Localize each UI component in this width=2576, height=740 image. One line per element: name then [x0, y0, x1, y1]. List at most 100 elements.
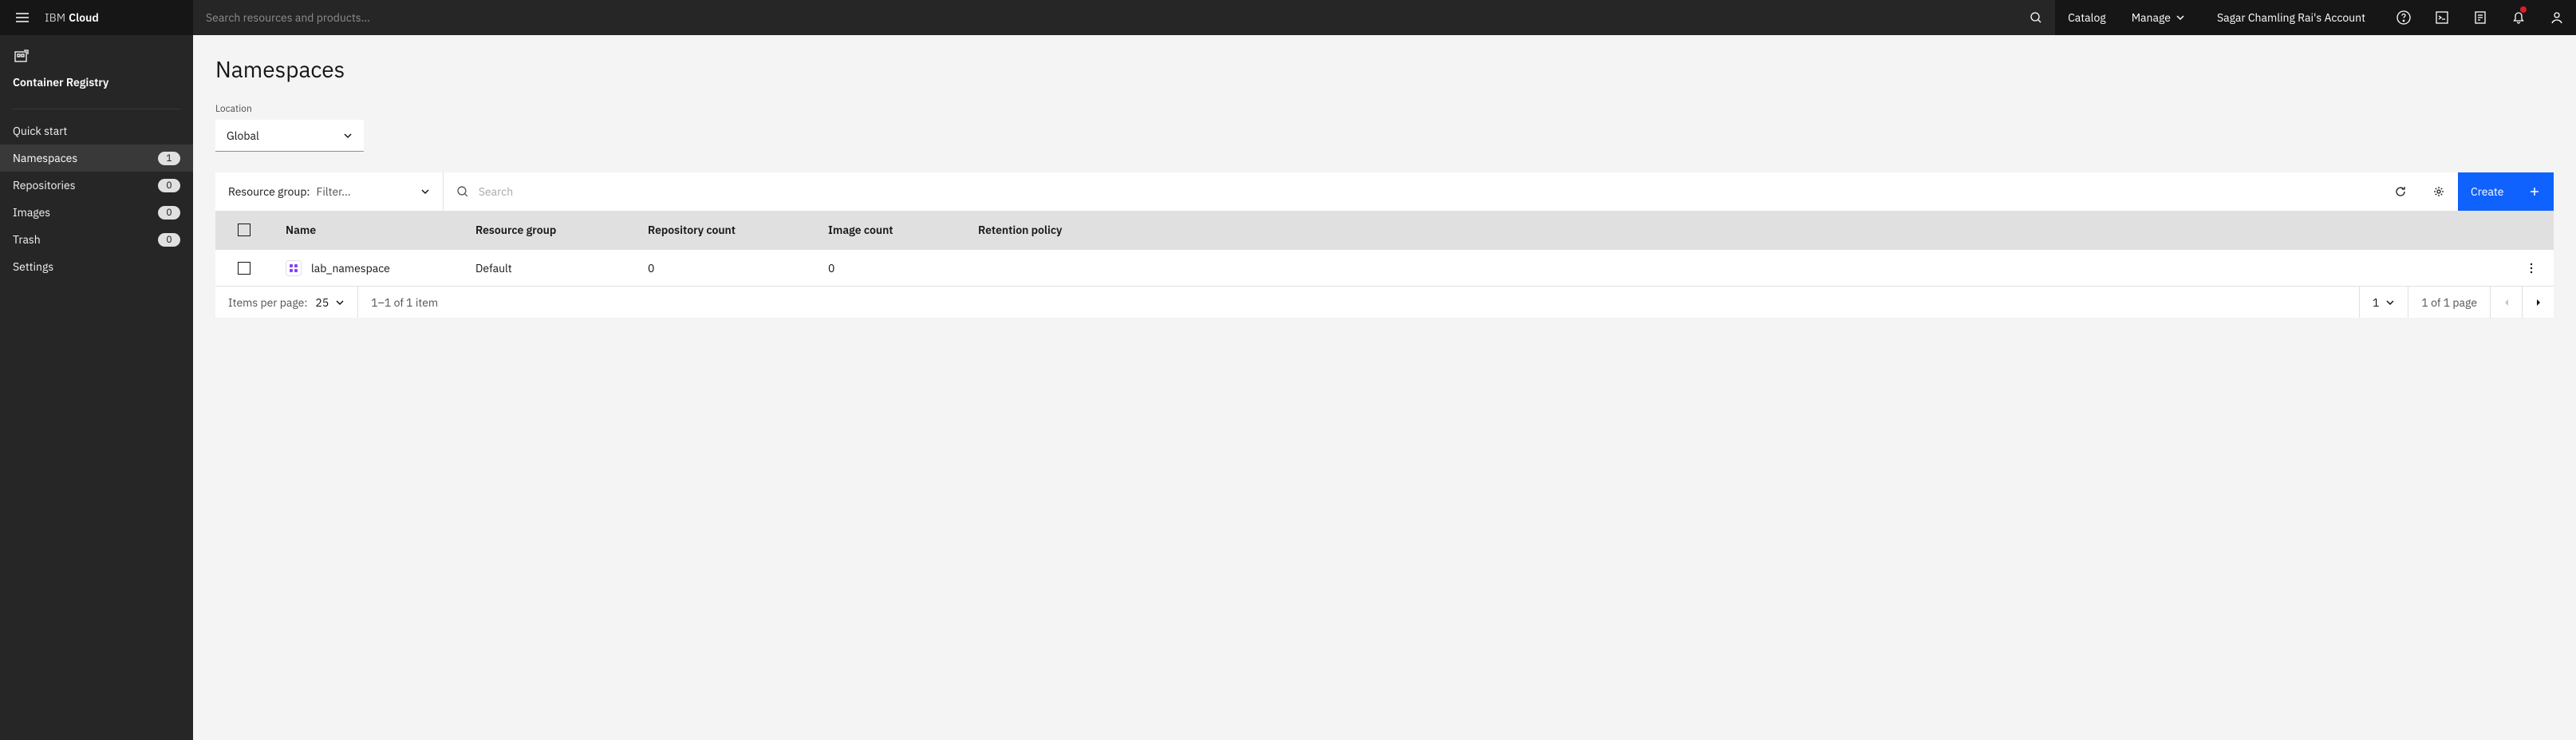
location-select[interactable]: Global: [215, 120, 364, 152]
sidebar-item-label: Trash: [13, 232, 41, 247]
notifications-button[interactable]: [2499, 0, 2538, 35]
manage-dropdown[interactable]: Manage: [2119, 0, 2198, 35]
sidebar: Container Registry Quick start Namespace…: [0, 35, 193, 740]
sidebar-item-namespaces[interactable]: Namespaces 1: [0, 144, 193, 172]
hamburger-menu[interactable]: [0, 0, 45, 35]
page-select[interactable]: 1: [2359, 287, 2408, 318]
chevron-down-icon: [343, 131, 353, 140]
caret-left-icon: [2502, 298, 2511, 307]
sidebar-item-label: Settings: [13, 259, 53, 274]
sidebar-item-repositories[interactable]: Repositories 0: [0, 172, 193, 199]
resource-group-label: Resource group:: [228, 184, 310, 199]
catalog-link[interactable]: Catalog: [2055, 0, 2119, 35]
catalog-label: Catalog: [2068, 10, 2106, 25]
shell-icon: [2434, 10, 2450, 26]
page-of-pages: 1 of 1 page: [2408, 287, 2490, 318]
table-search-input[interactable]: [479, 184, 2369, 199]
items-per-page: Items per page: 25: [215, 287, 358, 318]
caret-right-icon: [2534, 298, 2543, 307]
chevron-down-icon: [2176, 13, 2185, 22]
resource-group-value: Filter...: [317, 184, 420, 199]
sidebar-title: Container Registry: [13, 75, 180, 89]
chevron-down-icon: [335, 298, 345, 307]
overflow-icon: [2525, 262, 2538, 275]
page-current: 1: [2373, 295, 2379, 310]
brand[interactable]: IBM Cloud: [45, 10, 193, 25]
select-all-checkbox[interactable]: [238, 224, 250, 236]
sidebar-item-quickstart[interactable]: Quick start: [0, 117, 193, 144]
row-checkbox[interactable]: [238, 262, 250, 275]
next-page-button[interactable]: [2522, 287, 2554, 319]
refresh-button[interactable]: [2381, 172, 2420, 211]
location-value: Global: [227, 129, 259, 143]
column-image-count[interactable]: Image count: [815, 223, 965, 237]
row-name: lab_namespace: [311, 261, 390, 275]
registry-icon: [13, 48, 180, 69]
brand-name: Cloud: [69, 10, 99, 25]
account-label: Sagar Chamling Rai's Account: [2217, 10, 2365, 25]
sidebar-item-trash[interactable]: Trash 0: [0, 226, 193, 253]
sidebar-badge: 0: [158, 206, 180, 220]
page-size-value: 25: [315, 295, 329, 310]
cost-icon: [2472, 10, 2488, 26]
search-icon: [456, 185, 469, 198]
cost-estimator-button[interactable]: [2461, 0, 2499, 35]
previous-page-button[interactable]: [2490, 287, 2522, 319]
user-icon: [2549, 10, 2565, 26]
toolbar-icons: Create: [2381, 172, 2554, 211]
header-icon-bar: [2385, 0, 2576, 35]
column-retention[interactable]: Retention policy: [965, 223, 2509, 237]
items-range: 1–1 of 1 item: [358, 295, 2359, 310]
sidebar-item-label: Namespaces: [13, 151, 77, 165]
main-content: Namespaces Location Global Resource grou…: [193, 35, 2576, 740]
create-label: Create: [2471, 184, 2503, 199]
account-dropdown[interactable]: Sagar Chamling Rai's Account: [2198, 0, 2385, 35]
manage-label: Manage: [2132, 10, 2171, 25]
chevron-down-icon: [420, 187, 430, 196]
help-button[interactable]: [2385, 0, 2423, 35]
row-menu-button[interactable]: [2522, 255, 2541, 281]
pagination: Items per page: 25 1–1 of 1 item 1 1 of …: [215, 286, 2554, 318]
sidebar-badge: 0: [158, 179, 180, 192]
help-icon: [2396, 10, 2412, 26]
shell-button[interactable]: [2423, 0, 2461, 35]
search-icon[interactable]: [2030, 11, 2042, 24]
profile-button[interactable]: [2538, 0, 2576, 35]
page-title: Namespaces: [215, 54, 2554, 84]
sidebar-item-label: Repositories: [13, 178, 76, 192]
sidebar-badge: 0: [158, 233, 180, 247]
location-label: Location: [215, 103, 2554, 115]
column-repo-count[interactable]: Repository count: [635, 223, 815, 237]
namespace-table-wrapper: Resource group: Filter... Cr: [215, 172, 2554, 318]
row-resource-group: Default: [463, 261, 635, 275]
notification-dot: [2520, 6, 2527, 13]
sidebar-item-label: Quick start: [13, 124, 67, 138]
column-resource-group[interactable]: Resource group: [463, 223, 635, 237]
page-size-select[interactable]: 25: [315, 295, 345, 310]
column-name[interactable]: Name: [273, 223, 463, 237]
sidebar-item-images[interactable]: Images 0: [0, 199, 193, 226]
row-repo-count: 0: [635, 261, 815, 275]
table-row[interactable]: lab_namespace Default 0 0: [215, 249, 2554, 286]
settings-button[interactable]: [2420, 172, 2458, 211]
sidebar-badge: 1: [158, 152, 180, 165]
table-search[interactable]: [444, 172, 2381, 211]
top-header: IBM Cloud Catalog Manage Sagar Chamling …: [0, 0, 2576, 35]
table-toolbar: Resource group: Filter... Cr: [215, 172, 2554, 211]
plus-icon: [2528, 185, 2541, 198]
namespace-icon: [286, 260, 302, 276]
brand-prefix: IBM: [45, 10, 65, 25]
refresh-icon: [2394, 185, 2407, 198]
global-search[interactable]: [193, 0, 2055, 35]
sidebar-item-label: Images: [13, 205, 50, 220]
table-header: Name Resource group Repository count Ima…: [215, 211, 2554, 249]
create-button[interactable]: Create: [2458, 172, 2554, 211]
chevron-down-icon: [2385, 298, 2395, 307]
hamburger-icon: [14, 10, 30, 26]
resource-group-filter[interactable]: Resource group: Filter...: [215, 172, 444, 211]
items-per-page-label: Items per page:: [228, 295, 307, 310]
row-image-count: 0: [815, 261, 965, 275]
sidebar-item-settings[interactable]: Settings: [0, 253, 193, 280]
gear-icon: [2432, 185, 2445, 198]
search-input[interactable]: [206, 10, 2023, 25]
